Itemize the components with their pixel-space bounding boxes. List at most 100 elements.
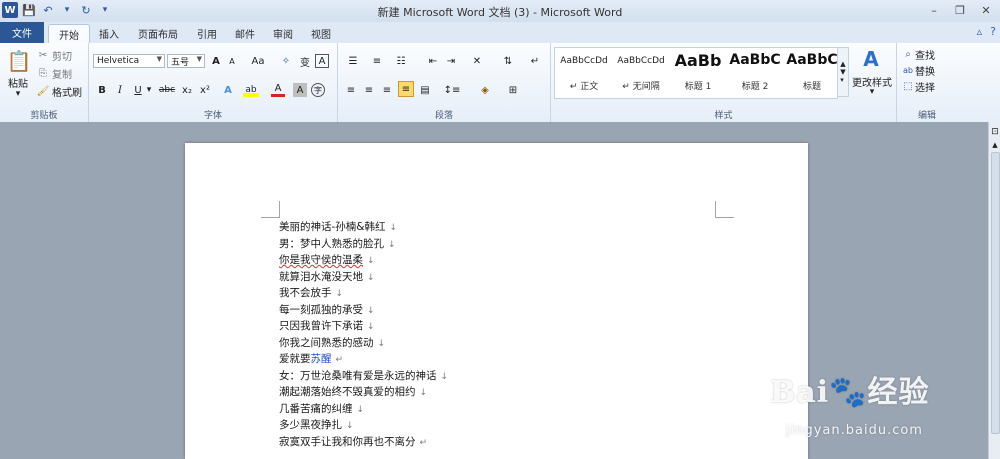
- shrink-font-button[interactable]: A: [225, 54, 239, 68]
- distributed-icon[interactable]: ▤: [418, 83, 432, 97]
- doc-line[interactable]: 你是我守侯的温柔 ↓: [279, 252, 699, 269]
- tab-references[interactable]: 引用: [190, 24, 224, 43]
- maximize-button[interactable]: ❐: [948, 1, 972, 19]
- find-button[interactable]: 查找: [915, 47, 953, 62]
- change-styles-icon[interactable]: A: [858, 47, 884, 71]
- style-heading-1[interactable]: AaBb 标题 1: [670, 48, 726, 96]
- strikethrough-button[interactable]: abc: [157, 83, 177, 97]
- style-preview: AaBbCcDd: [617, 56, 665, 66]
- align-center-icon[interactable]: ≡: [362, 83, 376, 97]
- numbering-icon[interactable]: ≡: [368, 54, 386, 68]
- tab-insert[interactable]: 插入: [92, 24, 126, 43]
- replace-button[interactable]: 替换: [915, 63, 953, 78]
- increase-indent-icon[interactable]: ⇥: [444, 54, 458, 68]
- line-spacing-icon[interactable]: ↕≡: [442, 83, 462, 97]
- shading-icon[interactable]: ◈: [474, 83, 496, 97]
- phonetic-guide-icon[interactable]: 变: [297, 54, 313, 69]
- document-page[interactable]: 美丽的神话-孙楠&韩红 ↓ 男：梦中人熟悉的脸孔 ↓ 你是我守侯的温柔 ↓ 就算泪水淹…: [185, 143, 808, 459]
- minimize-button[interactable]: –: [922, 1, 946, 19]
- select-button[interactable]: 选择: [915, 79, 953, 94]
- styles-scroll-icon[interactable]: ▲ ▼ ▾: [837, 47, 849, 97]
- highlight-button[interactable]: ab: [243, 83, 259, 97]
- bold-button[interactable]: B: [95, 83, 109, 97]
- style-no-spacing[interactable]: AaBbCcDd ↵ 无间隔: [613, 48, 669, 96]
- tab-mailings[interactable]: 邮件: [228, 24, 262, 43]
- paste-dropdown-icon[interactable]: ▾: [12, 89, 24, 99]
- style-preview: AaBbC: [729, 52, 781, 68]
- text-effects-button[interactable]: A: [221, 83, 235, 97]
- doc-line[interactable]: 潮起潮落始终不毁真爱的相约 ↓: [279, 384, 699, 401]
- change-case-button[interactable]: Aa: [247, 54, 269, 68]
- document-text[interactable]: 美丽的神话-孙楠&韩红 ↓ 男：梦中人熟悉的脸孔 ↓ 你是我守侯的温柔 ↓ 就算泪水淹…: [279, 219, 699, 450]
- window-controls: – ❐ ✕: [922, 1, 998, 19]
- line-text: 美丽的神话-孙楠&韩红: [279, 221, 386, 233]
- doc-line[interactable]: 只因我曾许下承诺 ↓: [279, 318, 699, 335]
- multilevel-list-icon[interactable]: ☷: [392, 54, 410, 68]
- scroll-up-icon[interactable]: ▲: [990, 140, 1000, 150]
- underline-button[interactable]: U: [131, 83, 145, 97]
- paste-icon[interactable]: 📋: [6, 47, 32, 75]
- align-right-icon[interactable]: ≡: [380, 83, 394, 97]
- doc-line[interactable]: 女：万世沧桑唯有爱是永远的神话 ↓: [279, 368, 699, 385]
- italic-button[interactable]: I: [113, 83, 127, 97]
- tab-file[interactable]: 文件: [0, 22, 44, 43]
- styles-gallery: AaBbCcDd ↵ 正文 AaBbCcDd ↵ 无间隔 AaBb 标题 1 A…: [554, 47, 838, 99]
- underline-dropdown-icon[interactable]: ▾: [145, 83, 153, 97]
- doc-line[interactable]: 我不会放手 ↓: [279, 285, 699, 302]
- font-size-value: 五号: [171, 57, 190, 68]
- chinese-layout-icon[interactable]: ✕: [468, 54, 486, 68]
- doc-line[interactable]: 寂寞双手让我和你再也不离分 ↵: [279, 434, 699, 451]
- minimize-ribbon-icon[interactable]: ▵: [977, 25, 983, 38]
- ruler-toggle-icon[interactable]: ⊡: [990, 126, 1000, 138]
- doc-line[interactable]: 就算泪水淹没天地 ↓: [279, 269, 699, 286]
- doc-line[interactable]: 几番苦痛的纠缠 ↓: [279, 401, 699, 418]
- ribbon: 📋 粘贴 ▾ ✂ 剪切 ⎘ 复制 🖌 格式刷 剪贴板 Helvetica ▼ 五…: [0, 43, 1000, 123]
- style-title[interactable]: AaBbC 标题: [784, 48, 840, 96]
- copy-button[interactable]: 复制: [52, 67, 76, 81]
- font-name-combo[interactable]: Helvetica ▼: [93, 54, 165, 68]
- paste-button[interactable]: 粘贴: [4, 75, 32, 90]
- font-color-button[interactable]: A: [271, 83, 285, 97]
- tab-view[interactable]: 视图: [304, 24, 338, 43]
- show-marks-icon[interactable]: ↵: [528, 54, 542, 68]
- line-text: 你我之间熟悉的感动: [279, 336, 374, 349]
- style-normal[interactable]: AaBbCcDd ↵ 正文: [556, 48, 612, 96]
- format-painter-button[interactable]: 格式刷: [52, 85, 86, 99]
- character-border-button[interactable]: A: [315, 54, 329, 68]
- close-button[interactable]: ✕: [974, 1, 998, 19]
- line-text: 女：万世沧桑唯有爱是永远的神话: [279, 369, 437, 382]
- subscript-button[interactable]: x₂: [179, 83, 195, 97]
- superscript-button[interactable]: x²: [197, 83, 213, 97]
- doc-line[interactable]: 每一刻孤独的承受 ↓: [279, 302, 699, 319]
- doc-line[interactable]: 男：梦中人熟悉的脸孔 ↓: [279, 236, 699, 253]
- font-size-combo[interactable]: 五号 ▼: [167, 54, 205, 68]
- paragraph-mark: ↵: [419, 437, 428, 448]
- grow-font-button[interactable]: A: [209, 54, 223, 68]
- paragraph-mark: ↓: [440, 371, 449, 382]
- style-name: 标题 1: [684, 82, 712, 92]
- change-styles-button[interactable]: 更改样式: [850, 75, 894, 89]
- bullets-icon[interactable]: ☰: [344, 54, 362, 68]
- style-heading-2[interactable]: AaBbC 标题 2: [727, 48, 783, 96]
- line-text: 男：梦中人熟悉的脸孔: [279, 237, 384, 250]
- help-icon[interactable]: ?: [990, 25, 996, 38]
- tab-page-layout[interactable]: 页面布局: [132, 24, 184, 43]
- tab-review[interactable]: 审阅: [266, 24, 300, 43]
- cut-button[interactable]: 剪切: [52, 49, 76, 63]
- enclose-characters-button[interactable]: 字: [311, 83, 325, 97]
- justify-icon[interactable]: ≡: [398, 81, 414, 97]
- character-shading-button[interactable]: A: [293, 83, 307, 97]
- sort-icon[interactable]: ⇅: [500, 54, 516, 68]
- change-styles-dropdown-icon[interactable]: ▾: [866, 87, 878, 97]
- decrease-indent-icon[interactable]: ⇤: [426, 54, 440, 68]
- doc-line[interactable]: 多少黑夜挣扎 ↓: [279, 417, 699, 434]
- borders-icon[interactable]: ⊞: [502, 83, 524, 97]
- clear-formatting-icon[interactable]: ✧: [279, 54, 293, 68]
- doc-line[interactable]: 美丽的神话-孙楠&韩红 ↓: [279, 219, 699, 236]
- align-left-icon[interactable]: ≡: [344, 83, 358, 97]
- doc-line[interactable]: 爱就要苏醒 ↵: [279, 351, 699, 368]
- style-preview: AaBb: [674, 51, 722, 70]
- tab-home[interactable]: 开始: [48, 24, 90, 44]
- paragraph-mark: ↓: [367, 272, 375, 283]
- doc-line[interactable]: 你我之间熟悉的感动 ↓: [279, 335, 699, 352]
